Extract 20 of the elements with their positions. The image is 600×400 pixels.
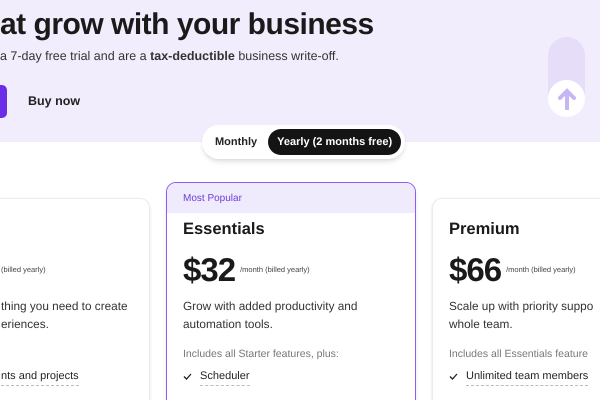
plan-name: Premium [449, 220, 520, 238]
plan-description: Scale up with priority suppo whole team. [449, 298, 594, 333]
plan-description: thing you need to create eriences. [1, 298, 129, 333]
most-popular-label: Most Popular [183, 192, 242, 206]
check-icon [183, 373, 192, 380]
check-icon [449, 373, 458, 380]
plan-price: $32 [183, 251, 236, 289]
hero-heading: at grow with your business [0, 7, 374, 43]
includes-label: Includes all Starter features, plus: [183, 348, 339, 360]
feature-item: Scheduler [200, 368, 250, 386]
up-arrow-icon [558, 88, 576, 110]
feature-item: nts and projects [1, 368, 79, 386]
feature-item: Unlimited team members [466, 368, 588, 386]
hero-subtitle: a 7-day free trial and are a tax-deductible business write-off. [0, 48, 339, 65]
buy-now-button[interactable]: Buy now [28, 92, 80, 111]
plan-name: Essentials [183, 220, 265, 238]
includes-label: Includes all Essentials feature [449, 348, 588, 360]
plan-description: Grow with added productivity and automation tools. [183, 298, 358, 333]
plan-price: $66 [449, 251, 502, 289]
billing-option[interactable]: Yearly (2 months free) [268, 129, 402, 155]
